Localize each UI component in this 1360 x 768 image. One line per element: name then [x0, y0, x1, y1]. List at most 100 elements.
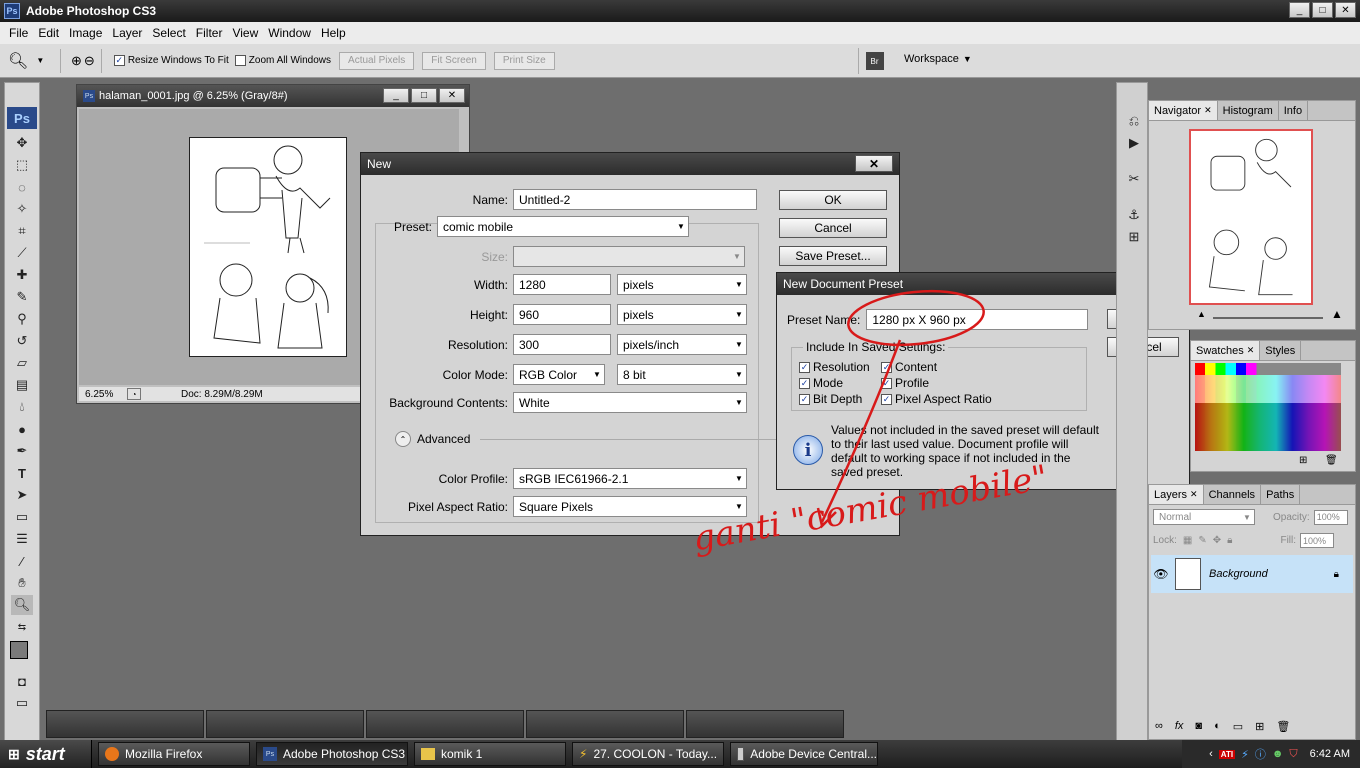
- tray-expand-icon[interactable]: ‹: [1209, 748, 1213, 760]
- menu-select[interactable]: Select: [147, 26, 190, 40]
- actions-panel-icon[interactable]: ▶: [1123, 133, 1145, 153]
- tab-histogram[interactable]: Histogram: [1218, 101, 1279, 120]
- adjustment-layer-icon[interactable]: ◐: [1214, 720, 1221, 733]
- history-panel-icon[interactable]: ⎌: [1123, 111, 1145, 131]
- healing-brush-tool-icon[interactable]: ✚: [11, 265, 33, 285]
- clone-source-icon[interactable]: ⊞: [1123, 227, 1145, 247]
- width-unit-select[interactable]: pixels ▼: [617, 274, 747, 295]
- layer-mask-icon[interactable]: ◙: [1195, 720, 1202, 733]
- workspace-menu[interactable]: Workspace ▼: [904, 53, 972, 65]
- minimized-document-window[interactable]: [366, 710, 524, 738]
- ok-button[interactable]: OK: [779, 190, 887, 210]
- navigator-thumbnail[interactable]: [1189, 129, 1313, 305]
- document-title-bar[interactable]: Ps halaman_0001.jpg @ 6.25% (Gray/8#) _ …: [77, 85, 469, 107]
- tab-swatches[interactable]: Swatches ✕: [1191, 341, 1261, 360]
- delete-layer-icon[interactable]: 🗑︎: [1276, 720, 1290, 733]
- save-preset-button[interactable]: Save Preset...: [779, 246, 887, 266]
- brush-tool-icon[interactable]: ✎: [11, 287, 33, 307]
- menu-layer[interactable]: Layer: [107, 26, 147, 40]
- include-content-checkbox[interactable]: ✓ Content: [881, 359, 992, 375]
- eyedropper-tool-icon[interactable]: ⁄: [11, 551, 33, 571]
- taskbar-item-folder[interactable]: komik 1: [414, 742, 566, 766]
- resize-windows-checkbox[interactable]: ✓ Resize Windows To Fit: [113, 55, 229, 66]
- taskbar-item-music[interactable]: ⚡︎ 27. COOLON - Today...: [572, 742, 724, 766]
- blur-tool-icon[interactable]: 💧︎: [11, 397, 33, 417]
- size-select[interactable]: ▼: [513, 246, 745, 267]
- preset-name-input[interactable]: 1280 px X 960 px: [866, 309, 1089, 330]
- height-input[interactable]: 960: [513, 304, 611, 325]
- notes-tool-icon[interactable]: ☰: [11, 529, 33, 549]
- menu-image[interactable]: Image: [64, 26, 107, 40]
- menu-file[interactable]: File: [4, 26, 33, 40]
- zoom-out-mountain-icon[interactable]: ▲: [1197, 309, 1206, 319]
- tab-styles[interactable]: Styles: [1260, 341, 1302, 360]
- print-size-button[interactable]: Print Size: [493, 51, 555, 70]
- info-tray-icon[interactable]: ⓘ: [1255, 746, 1266, 762]
- ati-icon[interactable]: ATI: [1218, 749, 1236, 759]
- menu-window[interactable]: Window: [263, 26, 316, 40]
- fill-input[interactable]: 100%: [1300, 533, 1335, 548]
- menu-filter[interactable]: Filter: [191, 26, 228, 40]
- preset-select[interactable]: comic mobile ▼: [437, 216, 689, 237]
- tool-preset-picker[interactable]: 🔍︎ ▼: [8, 48, 54, 74]
- include-bit-depth-checkbox[interactable]: ✓ Bit Depth: [799, 391, 870, 407]
- restore-button[interactable]: □: [1312, 2, 1333, 18]
- include-mode-checkbox[interactable]: ✓ Mode: [799, 375, 870, 391]
- status-menu-icon[interactable]: ◔: [127, 388, 141, 400]
- path-selection-tool-icon[interactable]: ➤: [11, 485, 33, 505]
- rectangle-tool-icon[interactable]: ▭: [11, 507, 33, 527]
- width-input[interactable]: 1280: [513, 274, 611, 295]
- zoom-out-icon[interactable]: ⊖: [84, 53, 95, 69]
- color-picker[interactable]: [8, 639, 38, 669]
- blend-mode-select[interactable]: Normal ▼: [1153, 509, 1255, 525]
- zoom-in-icon[interactable]: ⊕: [71, 53, 82, 69]
- zoom-tool-icon[interactable]: 🔍︎: [11, 595, 33, 615]
- background-contents-select[interactable]: White ▼: [513, 392, 747, 413]
- resolution-unit-select[interactable]: pixels/inch ▼: [617, 334, 747, 355]
- new-dialog-title-bar[interactable]: New ✕: [361, 153, 899, 175]
- include-pixel-aspect-checkbox[interactable]: ✓ Pixel Aspect Ratio: [881, 391, 992, 407]
- minimized-document-window[interactable]: [46, 710, 204, 738]
- hand-tool-icon[interactable]: ✋︎: [11, 573, 33, 593]
- include-resolution-checkbox[interactable]: ✓ Resolution: [799, 359, 870, 375]
- clone-stamp-tool-icon[interactable]: ⚲: [11, 309, 33, 329]
- magic-wand-tool-icon[interactable]: ✧: [11, 199, 33, 219]
- type-tool-icon[interactable]: T: [11, 463, 33, 483]
- color-profile-select[interactable]: sRGB IEC61966-2.1 ▼: [513, 468, 747, 489]
- bit-depth-select[interactable]: 8 bit ▼: [617, 364, 747, 385]
- swatch-grid[interactable]: [1195, 363, 1341, 451]
- crop-tool-icon[interactable]: ⌗: [11, 221, 33, 241]
- zoom-level[interactable]: 6.25%: [79, 389, 127, 400]
- fit-screen-button[interactable]: Fit Screen: [422, 51, 486, 70]
- eraser-tool-icon[interactable]: ▱: [11, 353, 33, 373]
- network-icon[interactable]: ⚡︎: [1241, 748, 1249, 761]
- tab-layers[interactable]: Layers ✕: [1149, 485, 1204, 504]
- advanced-toggle[interactable]: ⌃ Advanced: [395, 431, 777, 447]
- minimize-button[interactable]: _: [1289, 2, 1310, 18]
- pixel-aspect-ratio-select[interactable]: Square Pixels ▼: [513, 496, 747, 517]
- doc-close-button[interactable]: ✕: [439, 88, 465, 103]
- link-layers-icon[interactable]: ∞: [1155, 720, 1163, 733]
- tab-paths[interactable]: Paths: [1261, 485, 1301, 504]
- include-profile-checkbox[interactable]: ✓ Profile: [881, 375, 992, 391]
- taskbar-item-device-central[interactable]: Adobe Device Central...: [730, 742, 878, 766]
- delete-swatch-icon[interactable]: 🗑︎: [1325, 455, 1338, 466]
- minimized-document-window[interactable]: [526, 710, 684, 738]
- foreground-color[interactable]: [10, 641, 28, 659]
- close-icon[interactable]: ✕: [1190, 489, 1198, 500]
- layer-name[interactable]: Background: [1209, 568, 1268, 580]
- actual-pixels-button[interactable]: Actual Pixels: [339, 51, 415, 70]
- layer-style-icon[interactable]: fx: [1175, 720, 1184, 733]
- lasso-tool-icon[interactable]: ◌: [11, 177, 33, 197]
- navigator-zoom-slider[interactable]: [1213, 317, 1323, 319]
- new-group-icon[interactable]: ▭: [1233, 720, 1243, 733]
- marquee-tool-icon[interactable]: ⬚: [11, 155, 33, 175]
- lock-all-icon[interactable]: 🔒︎: [1227, 535, 1232, 546]
- close-icon[interactable]: ✕: [1247, 345, 1255, 356]
- opacity-input[interactable]: 100%: [1313, 509, 1348, 525]
- swap-colors-icon[interactable]: ⇆: [11, 617, 33, 637]
- quick-mask-icon[interactable]: ◘: [11, 671, 33, 691]
- antivirus-icon[interactable]: ⛉: [1289, 748, 1297, 761]
- tab-channels[interactable]: Channels: [1204, 485, 1262, 504]
- taskbar-item-firefox[interactable]: Mozilla Firefox: [98, 742, 250, 766]
